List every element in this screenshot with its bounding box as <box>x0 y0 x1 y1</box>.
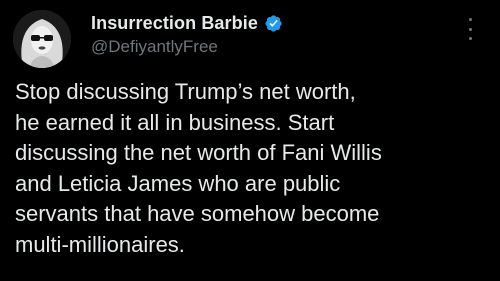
author-name-row: Insurrection Barbie <box>91 11 283 35</box>
tweet: Insurrection Barbie @DefiyantlyFree Stop… <box>0 0 500 281</box>
more-dot <box>468 27 472 31</box>
author-handle[interactable]: @DefiyantlyFree <box>91 37 218 57</box>
verified-badge-icon[interactable] <box>264 14 283 33</box>
tweet-text-line: Stop discussing Trump’s net worth, <box>15 79 356 104</box>
more-options-icon[interactable] <box>466 18 474 40</box>
tweet-text: Stop discussing Trump’s net worth, he ea… <box>15 77 493 260</box>
tweet-text-line: discussing the net worth of Fani Willis <box>15 140 382 165</box>
tweet-text-line: multi-millionaires. <box>15 231 185 257</box>
tweet-text-line: servants that have somehow become <box>15 201 380 226</box>
author-display-name[interactable]: Insurrection Barbie <box>91 13 258 34</box>
tweet-text-line: and Leticia James who are public <box>15 170 341 196</box>
avatar-image <box>13 10 71 68</box>
profile-avatar[interactable] <box>13 10 71 68</box>
more-dot <box>468 37 472 40</box>
tweet-text-line: he earned it all in business. Start <box>15 109 335 135</box>
more-dot <box>468 18 472 21</box>
